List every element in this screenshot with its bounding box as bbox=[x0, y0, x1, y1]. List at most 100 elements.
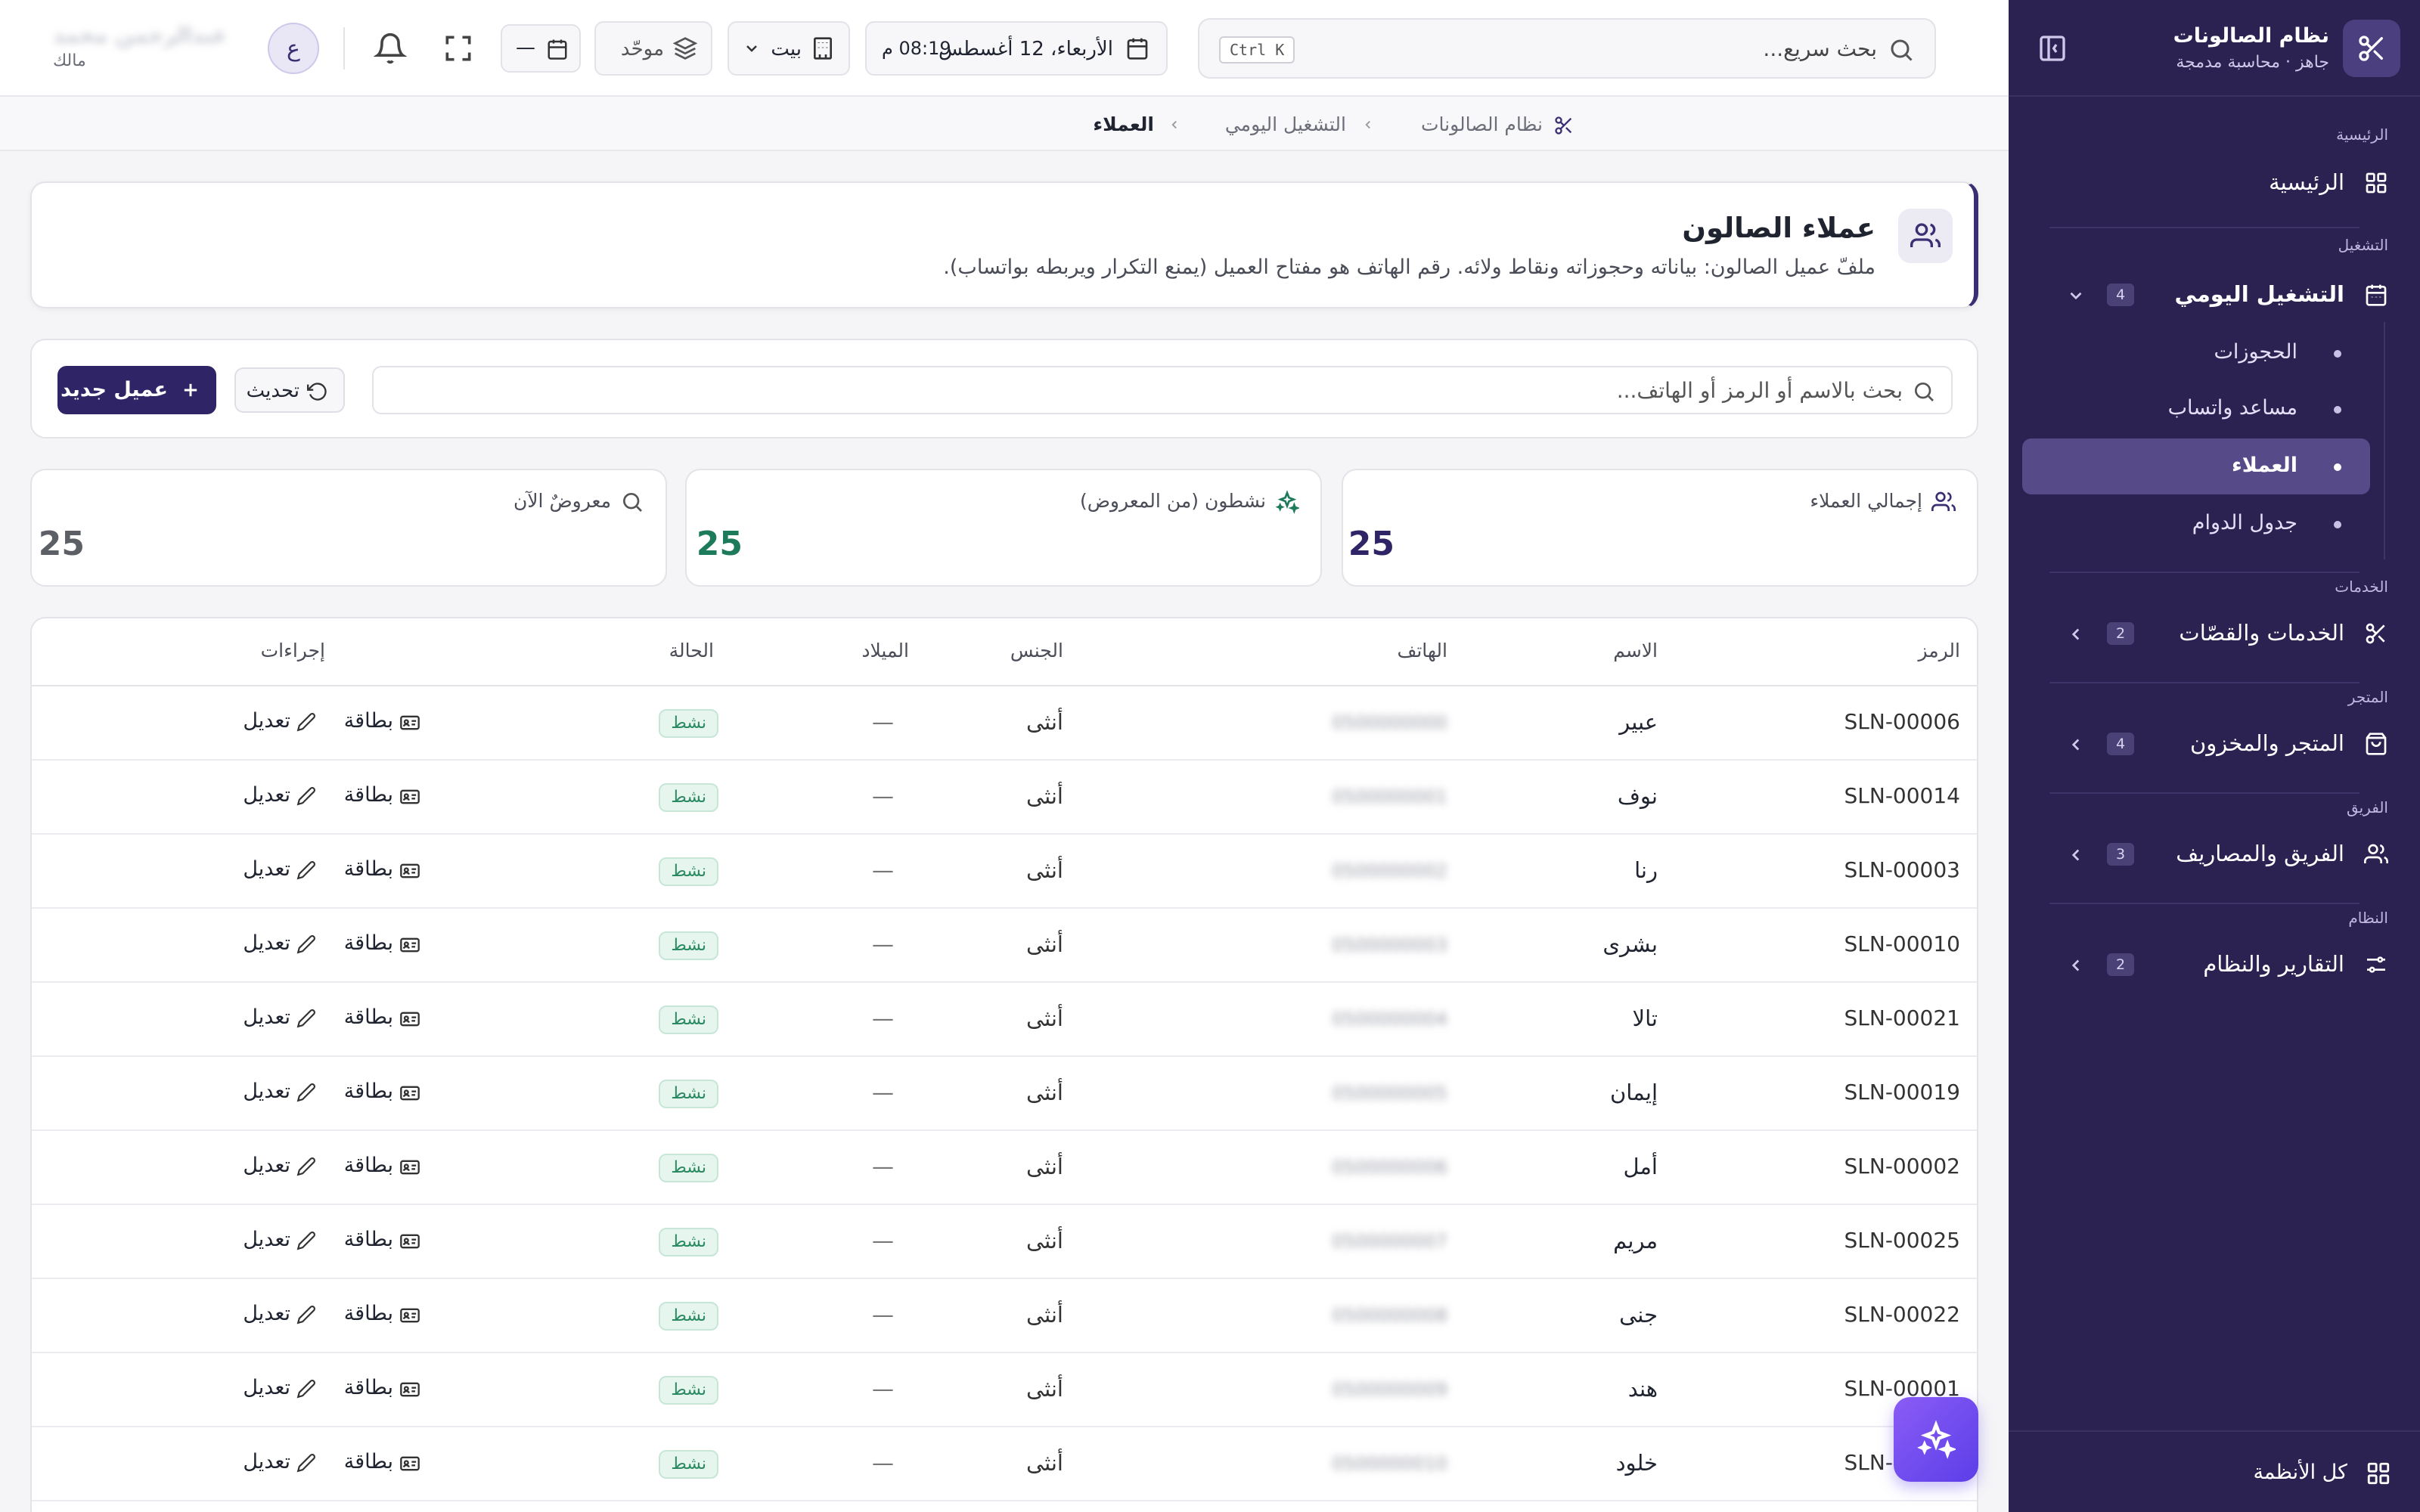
column-header-phone[interactable]: الهاتف bbox=[1397, 640, 1447, 662]
client-birthdate: — bbox=[872, 931, 894, 957]
client-card-label: بطاقة bbox=[343, 857, 393, 881]
client-gender: أنثى bbox=[1025, 1450, 1063, 1476]
users-icon bbox=[1898, 209, 1953, 263]
breadcrumb-section[interactable]: التشغيل اليومي bbox=[1225, 113, 1346, 135]
table-row[interactable]: SLN-00014 نوف 0500000001 أنثى — نشط بطاقة تعديل bbox=[32, 761, 1977, 835]
client-card-label: بطاقة bbox=[343, 1228, 393, 1251]
client-birthdate: — bbox=[872, 1005, 894, 1031]
page-description: ملفّ عميل الصالون: بياناته وحجوزاته ونقا… bbox=[943, 256, 1876, 279]
chevron-left-icon bbox=[1168, 118, 1181, 132]
bullet-icon bbox=[2334, 406, 2341, 414]
client-phone: 0500000010 bbox=[1332, 1453, 1447, 1474]
pencil-icon bbox=[296, 1231, 316, 1250]
table-row[interactable]: SLN-00019 إيمان 0500000005 أنثى — نشط بطاقة تعد… bbox=[32, 1057, 1977, 1131]
table-row[interactable]: SLN-00006 عبير 0500000000 أنثى — نشط بطاقة تعدي… bbox=[32, 686, 1977, 761]
page-title: عملاء الصالون bbox=[1682, 212, 1876, 244]
column-header-birth[interactable]: الميلاد bbox=[861, 640, 909, 662]
mode-toggle[interactable]: موحّد bbox=[594, 21, 712, 76]
sidebar-subitem-bookings[interactable]: الحجوزات bbox=[2022, 325, 2370, 381]
all-systems-link[interactable]: كل الأنظمة bbox=[2009, 1430, 2420, 1512]
section-label-store: المتجر bbox=[2347, 688, 2388, 706]
table-row[interactable]: SLN-00010 بشرى 0500000003 أنثى — نشط بطاقة تعدي… bbox=[32, 909, 1977, 983]
id-card-icon bbox=[399, 712, 420, 733]
column-header-status[interactable]: الحالة bbox=[669, 640, 714, 662]
sidebar-item-home[interactable]: الرئيسية bbox=[2030, 159, 2399, 207]
client-birthdate: — bbox=[872, 857, 894, 883]
edit-client-label: تعديل bbox=[243, 931, 290, 955]
sidebar-item-store[interactable]: المتجر والمخزون 4 bbox=[2030, 720, 2399, 768]
table-row[interactable]: SLN-00002 أمل 0500000006 أنثى — نشط بطاقة تعديل bbox=[32, 1131, 1977, 1205]
table-row[interactable]: SLN-00003 رنا 0500000002 أنثى — نشط بطاقة تعديل bbox=[32, 835, 1977, 909]
table-row[interactable]: SLN-00021 تالا 0500000004 أنثى — نشط بطاقة تعدي… bbox=[32, 983, 1977, 1057]
sidebar-item-reports[interactable]: التقارير والنظام 2 bbox=[2030, 940, 2399, 989]
sidebar-subitem-clients[interactable]: العملاء bbox=[2022, 438, 2370, 494]
client-name: أمل bbox=[1623, 1154, 1658, 1179]
client-name: نوف bbox=[1617, 783, 1658, 809]
clients-table: الرمز الاسم الهاتف الجنس الميلاد الحالة … bbox=[30, 617, 1978, 1512]
client-birthdate: — bbox=[872, 1080, 894, 1105]
status-badge: نشط bbox=[659, 1228, 718, 1256]
sidebar-item-daily-ops[interactable]: التشغيل اليومي 4 bbox=[2030, 271, 2399, 319]
table-row[interactable]: SLN-00001 هند 0500000009 أنثى — نشط بطاقة تعديل bbox=[32, 1353, 1977, 1427]
id-card-icon bbox=[399, 1009, 420, 1030]
client-name: هند bbox=[1627, 1376, 1658, 1402]
client-name: بشرى bbox=[1602, 931, 1658, 957]
column-header-gender[interactable]: الجنس bbox=[1010, 640, 1063, 662]
sidebar-subitem-shifts[interactable]: جدول الدوام bbox=[2022, 496, 2370, 552]
client-phone: 0500000002 bbox=[1332, 860, 1447, 881]
breadcrumb-root[interactable]: نظام الصالونات bbox=[1421, 113, 1543, 135]
date-filter-button[interactable]: — bbox=[501, 24, 581, 73]
branch-value: بيت bbox=[771, 38, 802, 60]
collapse-sidebar-icon[interactable] bbox=[2037, 33, 2068, 64]
ai-assistant-button[interactable] bbox=[1894, 1397, 1978, 1482]
column-header-code[interactable]: الرمز bbox=[1918, 640, 1960, 662]
client-search-input[interactable]: بحث بالاسم أو الرمز أو الهاتف... bbox=[372, 366, 1953, 414]
refresh-button[interactable]: تحديث bbox=[234, 367, 345, 413]
top-bar: بحث سريع... Ctrl K الأربعاء، 12 أغسطس 08… bbox=[0, 0, 2009, 97]
client-phone: 0500000004 bbox=[1332, 1009, 1447, 1030]
sidebar-item-services[interactable]: الخدمات والقصّات 2 bbox=[2030, 609, 2399, 658]
date-time-display[interactable]: الأربعاء، 12 أغسطس 08:19 م bbox=[865, 21, 1168, 76]
chevron-left-icon bbox=[2066, 624, 2086, 644]
avatar[interactable]: ع bbox=[268, 23, 319, 74]
table-row[interactable]: SLN-00007خلود0500000010أنثى—نشطبطاقةتعدي… bbox=[32, 1427, 1977, 1501]
fullscreen-icon[interactable] bbox=[442, 32, 475, 65]
client-code: SLN-00025 bbox=[1844, 1228, 1961, 1253]
client-card-label: بطاقة bbox=[343, 783, 393, 807]
client-gender: أنثى bbox=[1025, 1154, 1063, 1179]
current-time: 08:19 م bbox=[882, 38, 951, 59]
table-header: الرمز الاسم الهاتف الجنس الميلاد الحالة … bbox=[32, 618, 1977, 686]
sidebar-item-label: التشغيل اليومي bbox=[2174, 281, 2344, 307]
column-header-name[interactable]: الاسم bbox=[1613, 640, 1658, 662]
sidebar-item-team[interactable]: الفريق والمصاريف 3 bbox=[2030, 830, 2399, 878]
quick-search-input[interactable]: بحث سريع... Ctrl K bbox=[1198, 18, 1936, 79]
new-client-label: عميل جديد bbox=[60, 378, 168, 401]
client-code: SLN-00006 bbox=[1844, 709, 1961, 734]
sidebar-subitem-whatsapp[interactable]: مساعد واتساب bbox=[2022, 381, 2370, 437]
user-name: عبدالرحمن محمد bbox=[53, 23, 228, 48]
bell-icon[interactable] bbox=[374, 32, 407, 65]
grid-icon bbox=[2364, 171, 2388, 195]
branch-select[interactable]: بيت bbox=[728, 21, 850, 76]
grid-icon bbox=[2366, 1461, 2391, 1486]
chevron-down-icon bbox=[743, 39, 761, 57]
client-phone: 0500000003 bbox=[1332, 934, 1447, 956]
refresh-label: تحديث bbox=[246, 380, 299, 402]
sidebar-item-label: الخدمات والقصّات bbox=[2179, 620, 2344, 646]
edit-client-label: تعديل bbox=[243, 1080, 290, 1103]
pencil-icon bbox=[296, 712, 316, 732]
client-code: SLN-00022 bbox=[1844, 1302, 1961, 1327]
id-card-icon bbox=[399, 1083, 420, 1104]
table-row[interactable]: SLN-00025 مريم 0500000007 أنثى — نشط بطاقة تعدي… bbox=[32, 1205, 1977, 1279]
new-client-button[interactable]: عميل جديد bbox=[57, 366, 216, 414]
client-card-label: بطاقة bbox=[343, 1450, 393, 1473]
status-badge: نشط bbox=[659, 709, 718, 738]
count-badge: 4 bbox=[2107, 284, 2134, 306]
table-row[interactable]: SLN-00022 جنى 0500000008 أنثى — نشط بطاقة تعديل bbox=[32, 1279, 1977, 1353]
client-birthdate: — bbox=[872, 1228, 894, 1253]
all-systems-label: كل الأنظمة bbox=[2253, 1461, 2347, 1484]
count-badge: 2 bbox=[2107, 622, 2134, 645]
layers-icon bbox=[673, 36, 697, 60]
client-phone: 0500000006 bbox=[1332, 1157, 1447, 1178]
client-card-label: بطاقة bbox=[343, 1154, 393, 1177]
